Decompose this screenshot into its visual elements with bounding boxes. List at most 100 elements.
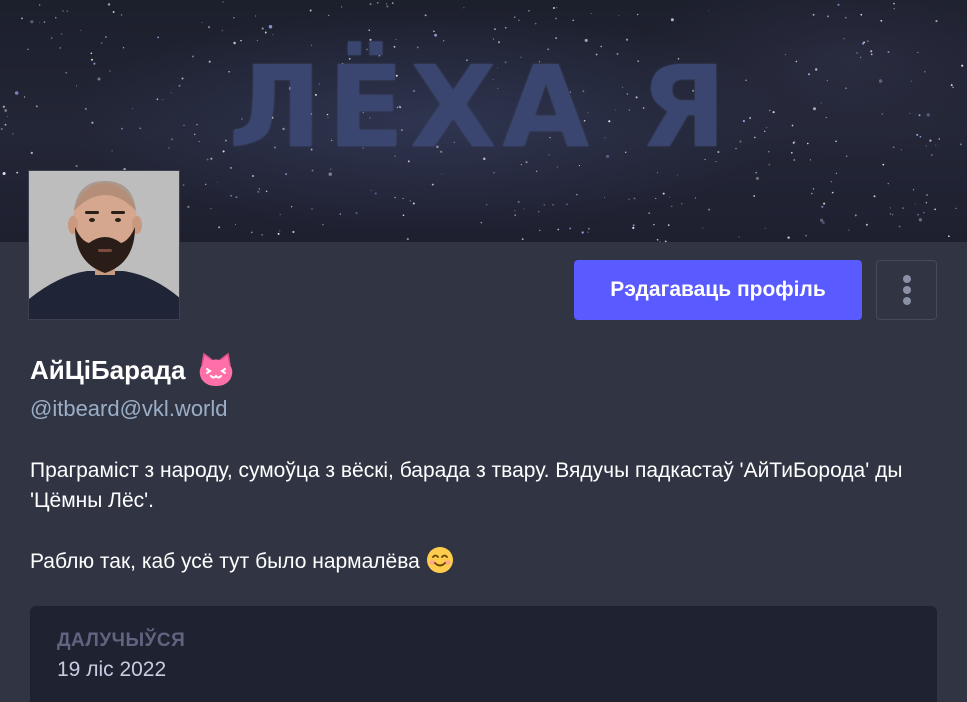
star [355, 212, 358, 215]
star [676, 174, 678, 176]
star [38, 4, 41, 6]
star [552, 7, 555, 9]
star [923, 211, 925, 214]
star [832, 191, 834, 194]
star [55, 17, 57, 19]
star [385, 3, 388, 5]
star [368, 29, 371, 32]
star [517, 200, 520, 203]
star [486, 203, 488, 206]
star [62, 10, 64, 12]
star [261, 27, 264, 30]
star [311, 208, 313, 210]
star [494, 28, 496, 31]
star [955, 207, 957, 209]
star [38, 21, 41, 23]
star [866, 40, 869, 43]
star [873, 195, 876, 198]
star [443, 40, 445, 42]
star [662, 192, 665, 195]
star [80, 29, 82, 31]
star [504, 26, 507, 29]
star [105, 36, 107, 38]
star [264, 31, 267, 34]
star [887, 182, 890, 185]
star [902, 207, 904, 209]
star [328, 14, 330, 16]
star [584, 38, 588, 42]
star [826, 15, 829, 18]
star [812, 188, 815, 190]
star [581, 231, 584, 234]
star [406, 238, 409, 241]
banner-title: ЛЁХА Я [228, 43, 733, 173]
edit-profile-button[interactable]: Рэдагаваць профіль [574, 260, 862, 320]
star [394, 196, 396, 199]
star [844, 16, 847, 19]
star [50, 37, 53, 39]
star [889, 213, 892, 215]
star [702, 227, 704, 229]
star [285, 173, 287, 175]
star [157, 36, 159, 39]
star [222, 1, 224, 3]
star [201, 21, 203, 24]
star [386, 5, 389, 8]
star [221, 29, 224, 32]
star [424, 14, 427, 17]
star [112, 11, 115, 13]
star [218, 226, 221, 229]
star [632, 226, 635, 229]
star [523, 208, 525, 210]
star [668, 196, 671, 198]
star [912, 189, 915, 191]
star [812, 13, 815, 16]
star [835, 172, 838, 175]
star [402, 214, 405, 217]
star [555, 17, 557, 20]
star [587, 231, 589, 233]
star [893, 7, 895, 10]
star [255, 15, 257, 17]
joined-date: 19 ліс 2022 [57, 658, 167, 681]
star [492, 38, 495, 40]
star [656, 238, 659, 241]
star [463, 7, 465, 9]
star [552, 204, 554, 206]
star [543, 204, 545, 206]
star [708, 10, 710, 12]
profile-bio: Праграміст з народу, сумоўца з вёскі, ба… [30, 456, 930, 577]
profile-page: ЛЁХА Я Рэдагаваць профіль АйЦіБарада @it… [0, 0, 967, 702]
star [648, 212, 651, 215]
star [538, 211, 540, 213]
star [370, 189, 372, 191]
star [441, 173, 443, 175]
star [918, 218, 923, 222]
star [566, 203, 568, 206]
bio-paragraph: Праграміст з народу, сумоўца з вёскі, ба… [30, 459, 903, 512]
more-options-button[interactable] [876, 260, 937, 320]
star [934, 208, 936, 211]
pink-cat-emoji-icon [200, 352, 233, 386]
star [21, 17, 23, 20]
avatar[interactable] [28, 170, 180, 320]
star [369, 38, 372, 41]
account-handle[interactable]: @itbeard@vkl.world [30, 396, 228, 422]
star [277, 232, 280, 235]
star [43, 21, 46, 23]
display-name: АйЦіБарада [30, 354, 186, 385]
star [625, 38, 629, 41]
star [60, 33, 63, 35]
star [848, 229, 850, 231]
star [659, 241, 661, 242]
star [251, 231, 253, 234]
star [681, 203, 683, 205]
star [27, 48, 29, 51]
star [230, 194, 233, 197]
star [664, 240, 667, 242]
star [880, 19, 883, 22]
star [377, 2, 379, 4]
star [926, 194, 928, 196]
star [694, 197, 696, 199]
star [235, 196, 238, 199]
